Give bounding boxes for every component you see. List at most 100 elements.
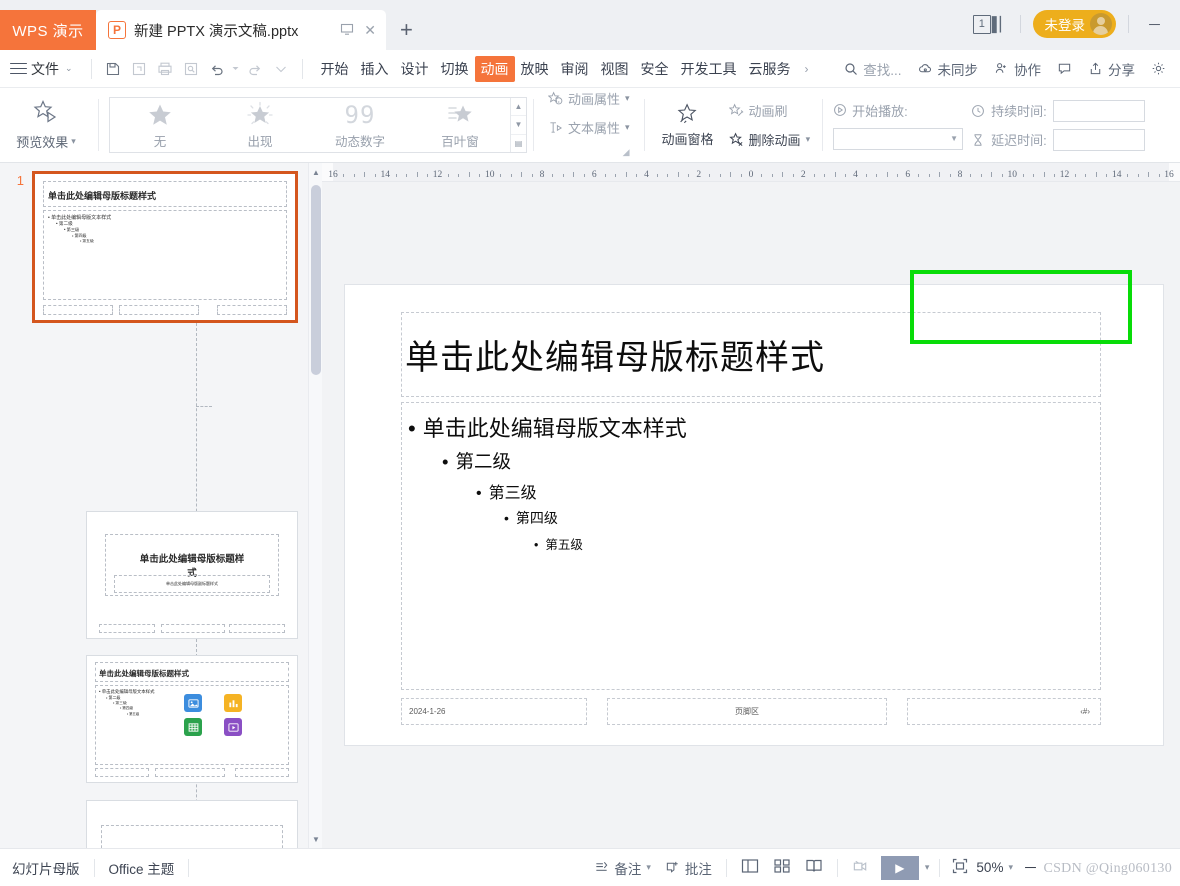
body-placeholder[interactable]: • 单击此处编辑母版文本样式 • 第二级 • 第三级 • 第四级 • 第五级 [401, 402, 1101, 690]
slideshow-dropdown-icon[interactable]: ▾ [925, 862, 930, 873]
gear-icon[interactable] [1151, 61, 1166, 76]
tab-yunfuwu[interactable]: 云服务 [743, 56, 797, 82]
text-property-button[interactable]: 文本属性 ▾ [548, 118, 630, 137]
footer-placeholder[interactable]: 页脚区 [607, 698, 887, 725]
undo-icon[interactable] [204, 56, 230, 82]
zoom-dropdown-icon[interactable]: ▾ [1008, 862, 1013, 873]
fit-to-window-icon[interactable] [952, 858, 968, 877]
start-slideshow-button[interactable]: ▶ [880, 855, 919, 880]
tab-fangying[interactable]: 放映 [515, 56, 555, 82]
gallery-scroll-up-icon[interactable]: ▲ [511, 98, 526, 117]
slide-thumbnail-panel[interactable]: 1 单击此处编辑母版标题样式 • 单击此处编辑母版文本样式 • 第二级 • 第三… [0, 163, 322, 848]
tab-shitu[interactable]: 视图 [595, 56, 635, 82]
comments-button[interactable]: 批注 [665, 858, 712, 878]
anim-none[interactable]: 无 [110, 98, 210, 152]
anim-property-button[interactable]: 动画属性 ▾ [548, 89, 630, 108]
search-box[interactable]: 查找... [844, 59, 902, 79]
slide-number-placeholder[interactable]: ‹#› [907, 698, 1101, 725]
share-button[interactable]: 分享 [1088, 59, 1135, 79]
zoom-level-label[interactable]: 50% [976, 860, 1003, 875]
ruler-minor-tick [521, 172, 523, 177]
tab-kaifagongju[interactable]: 开发工具 [675, 56, 743, 82]
duration-input[interactable] [1052, 99, 1145, 122]
anim-blinds[interactable]: 百叶窗 [410, 98, 510, 152]
delete-animation-button[interactable]: 删除动画 ▾ [728, 130, 810, 149]
thumbnail-master[interactable]: 单击此处编辑母版标题样式 • 单击此处编辑母版文本样式 • 第二级 • 第三级 … [32, 171, 298, 323]
document-tab[interactable]: P 新建 PPTX 演示文稿.pptx ✕ [96, 10, 386, 50]
thumb-title: 单击此处编辑母版标题样式 [48, 191, 157, 201]
collab-button[interactable]: 协作 [994, 59, 1041, 79]
gallery-scroll-buttons[interactable]: ▲ ▼ ▤ [510, 98, 526, 152]
animation-pane-button[interactable]: 动画窗格 [657, 102, 719, 148]
ruler-tick-label: 16 [1164, 170, 1174, 180]
login-button[interactable]: 未登录 [1033, 10, 1116, 38]
save-icon[interactable] [100, 56, 126, 82]
redo-icon[interactable] [242, 56, 268, 82]
wps-logo: WPS 演示 [0, 10, 96, 50]
slide-sorter-icon[interactable] [773, 857, 791, 878]
reading-view-icon[interactable] [805, 857, 823, 878]
list-item[interactable]: 单击此处编辑母版标题样式 单击此处编辑母版文本样式 [86, 800, 298, 848]
list-item[interactable]: 单击此处编辑母版标题样 式 单击此处编辑母版副标题样式 [86, 511, 298, 639]
list-item[interactable]: 单击此处编辑母版标题样式 • 单击此处编辑母版文本样式 • 第二级 • 第三级 … [86, 655, 298, 783]
tab-kaishi[interactable]: 开始 [315, 56, 355, 82]
close-icon[interactable]: ✕ [364, 23, 376, 37]
zoom-out-button[interactable]: － [1023, 857, 1038, 878]
minimize-button[interactable]: － [1141, 14, 1168, 35]
hamburger-icon[interactable] [10, 59, 27, 78]
view-name-label: 幻灯片母版 [12, 861, 80, 877]
tab-sheji[interactable]: 设计 [395, 56, 435, 82]
scroll-up-icon[interactable]: ▲ [309, 163, 322, 181]
animation-gallery[interactable]: 无 出现 99 动态数字 百叶窗 ▲ ▼ ▤ [109, 97, 527, 153]
delay-input[interactable] [1052, 128, 1145, 151]
scroll-down-icon[interactable]: ▼ [309, 830, 322, 848]
ruler-tick-label: 6 [905, 170, 911, 180]
animation-brush-button[interactable]: 动画刷 [728, 101, 811, 120]
comment-icon[interactable] [1057, 61, 1072, 76]
horizontal-ruler[interactable]: 16 14 12 10 8 6 4 2 0 2 4 6 8 10 12 14 16 [322, 163, 1180, 182]
page-count-indicator[interactable]: 1 ▌▏ [972, 14, 1010, 34]
insert-picture-icon[interactable] [184, 694, 202, 712]
slide-panel-scrollbar[interactable]: ▲ ▼ [308, 163, 322, 848]
undo-dropdown-icon[interactable] [230, 56, 242, 82]
insert-media-icon[interactable] [224, 718, 242, 736]
insert-table-icon[interactable] [184, 718, 202, 736]
tab-charu[interactable]: 插入 [355, 56, 395, 82]
group-expand-icon[interactable]: ◢ [623, 147, 630, 158]
customize-toolbar-icon[interactable] [268, 56, 294, 82]
body-level-1: • 单击此处编辑母版文本样式 [406, 411, 1100, 443]
tab-shenyue[interactable]: 审阅 [555, 56, 595, 82]
ruler-tick-label: 6 [591, 170, 597, 180]
gallery-scroll-down-icon[interactable]: ▼ [511, 116, 526, 135]
anim-dynamic-number[interactable]: 99 动态数字 [310, 98, 410, 152]
tab-anquan[interactable]: 安全 [635, 56, 675, 82]
notes-button[interactable]: 备注 ▾ [594, 858, 651, 878]
list-item[interactable]: 1 单击此处编辑母版标题样式 • 单击此处编辑母版文本样式 • 第二级 • 第三… [6, 171, 298, 323]
file-menu-button[interactable]: 文件 ⌄ [27, 59, 83, 79]
star-blinds-icon [446, 100, 474, 130]
save-as-icon[interactable] [126, 56, 152, 82]
thumbnail-section-layout[interactable]: 单击此处编辑母版标题样式 单击此处编辑母版文本样式 [86, 800, 298, 848]
date-placeholder[interactable]: 2024-1-26 [401, 698, 587, 725]
thumbnail-content-layout[interactable]: 单击此处编辑母版标题样式 • 单击此处编辑母版文本样式 • 第二级 • 第三级 … [86, 655, 298, 783]
gallery-expand-icon[interactable]: ▤ [511, 135, 526, 152]
insert-chart-icon[interactable] [224, 694, 242, 712]
preview-effect-button[interactable]: 预览效果 ▾ [0, 88, 92, 162]
thumbnail-title-layout[interactable]: 单击此处编辑母版标题样 式 单击此处编辑母版副标题样式 [86, 511, 298, 639]
more-tabs-icon[interactable]: › [797, 62, 817, 76]
new-tab-button[interactable]: + [386, 17, 427, 43]
start-play-select[interactable]: ▼ [833, 127, 964, 150]
cast-icon[interactable] [852, 858, 869, 878]
scrollbar-thumb[interactable] [311, 185, 321, 375]
tab-donghua[interactable]: 动画 [474, 55, 515, 82]
print-icon[interactable] [152, 56, 178, 82]
anim-appear[interactable]: 出现 [210, 98, 310, 152]
ruler-minor-tick [427, 174, 429, 177]
sync-status[interactable]: 未同步 [918, 59, 978, 79]
slide-canvas[interactable]: 单击此处编辑母版标题样式 • 单击此处编辑母版文本样式 • 第二级 • 第三级 [345, 270, 1163, 745]
print-preview-icon[interactable] [178, 56, 204, 82]
tab-qiehuan[interactable]: 切换 [435, 56, 475, 82]
divider [939, 858, 941, 877]
normal-view-icon[interactable] [741, 857, 759, 878]
monitor-icon[interactable] [340, 22, 354, 38]
